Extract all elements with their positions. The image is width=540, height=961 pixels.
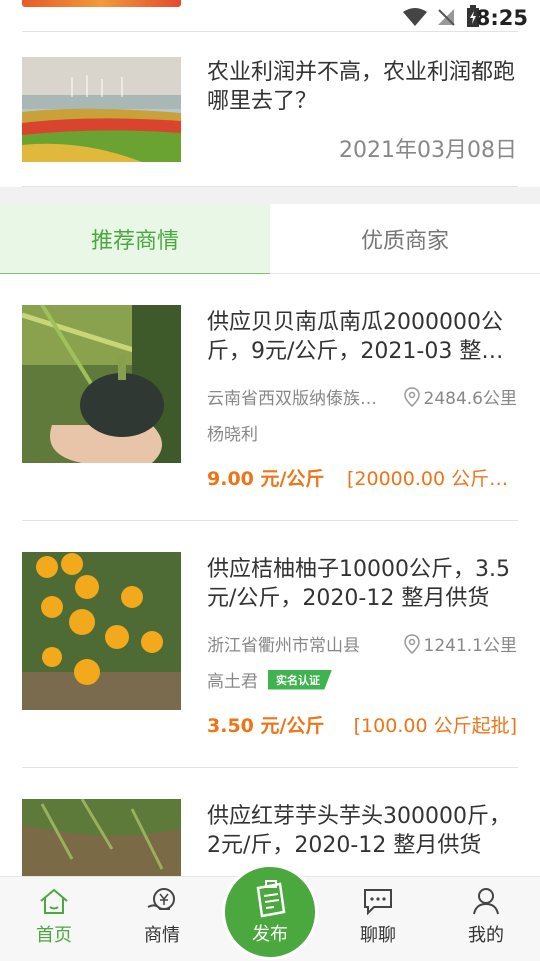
nav-mine[interactable]: 我的 [446,887,526,947]
product-distance: 2484.6公里 [403,384,517,409]
product-image[interactable] [22,305,181,463]
product-title[interactable]: 供应红芽芋头芋头300000斤，2元/斤，2020-12 整月供货 [207,802,517,860]
nav-mine-label: 我的 [468,925,504,946]
pomelo-tree-image [22,552,181,710]
pumpkin-image [22,305,181,463]
product-seller: 杨晓利 [207,420,258,445]
seller-name: 杨晓利 [207,425,258,445]
product-location: 浙江省衢州市常山县 [207,636,360,656]
distance-value: 1241.1公里 [423,636,517,656]
clock: 8:25 [475,6,528,30]
nav-home-label: 首页 [36,925,72,946]
location-pin-icon [403,386,420,407]
product-title[interactable]: 供应桔柚柚子10000公斤，3.5元/公斤，2020-12 整月供货 [207,555,517,613]
landscape-image [22,57,181,162]
product-image[interactable] [22,552,181,710]
nav-market-label: 商情 [144,925,180,946]
verified-badge: 实名认证 [268,669,332,690]
product-price: 9.00 元/公斤 [207,468,325,490]
market-yen-icon [147,888,175,910]
tab-recommended[interactable]: 推荐商情 [0,204,270,274]
product-seller: 高土君 实名认证 [207,667,332,692]
seller-name: 高土君 [207,672,258,692]
user-icon [473,888,499,915]
product-min-order: [100.00 公斤起批] [353,715,517,737]
nav-chat-label: 聊聊 [360,925,396,946]
divider [22,31,518,32]
product-image[interactable] [22,799,181,876]
nav-chat[interactable]: 聊聊 [338,887,418,947]
publish-label: 发布 [252,924,288,945]
nav-market[interactable]: 商情 [122,887,202,947]
news-thumbnail[interactable] [22,57,181,162]
publish-button[interactable]: 发布 [222,864,318,960]
taro-image [22,799,181,876]
product-title[interactable]: 供应贝贝南瓜南瓜2000000公斤，9元/公斤，2021-03 整… [207,308,517,366]
chat-icon [364,889,392,915]
product-location: 云南省西双版纳傣族… [207,389,377,409]
status-bar: 8:25 [0,0,540,34]
divider [22,767,518,768]
news-date: 2021年03月08日 [339,138,517,163]
news-title[interactable]: 农业利润并不高，农业利润都跑哪里去了？ [207,58,517,116]
product-distance: 1241.1公里 [403,631,517,656]
distance-value: 2484.6公里 [423,389,517,409]
location-pin-icon [403,633,420,654]
product-min-order: [20000.00 公斤起… [347,468,517,490]
divider [22,520,518,521]
nav-home[interactable]: 首页 [14,887,94,947]
tab-quality-merchants[interactable]: 优质商家 [270,204,540,274]
publish-clipboard-icon [256,880,286,918]
product-price: 3.50 元/公斤 [207,715,325,737]
no-signal-icon [438,9,455,26]
section-gap [0,187,540,204]
home-icon [40,888,68,914]
wifi-icon [403,8,427,26]
